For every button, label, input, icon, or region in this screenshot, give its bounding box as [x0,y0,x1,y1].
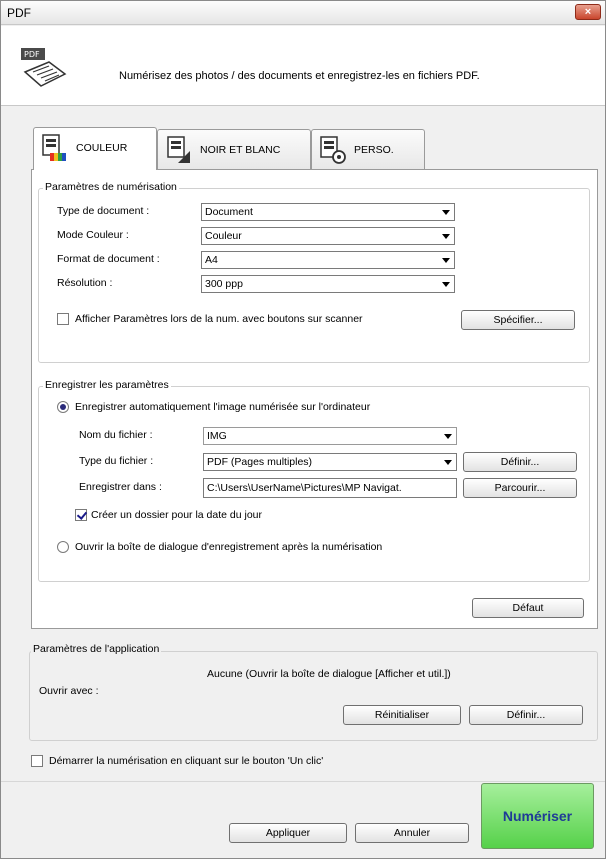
close-button[interactable]: × [575,4,601,20]
scan-settings-group: Paramètres de numérisation Type de docum… [38,181,590,363]
file-type-select[interactable]: PDF (Pages multiples) [203,453,457,471]
document-type-value: Document [205,206,253,218]
tab-noir-et-blanc-label: NOIR ET BLANC [200,144,281,156]
scan-settings-title: Paramètres de numérisation [43,181,179,193]
app-settings-title: Paramètres de l'application [31,643,162,655]
resolution-label: Résolution : [57,277,113,289]
define-file-type-button[interactable]: Définir... [463,452,577,472]
bw-document-icon [167,136,190,163]
document-size-label: Format de document : [57,253,160,265]
open-with-value: Aucune (Ouvrir la boîte de dialogue [Aff… [207,668,451,680]
auto-save-label: Enregistrer automatiquement l'image numé… [75,401,371,413]
file-name-label: Nom du fichier : [79,429,153,441]
auto-save-radio[interactable] [57,401,69,413]
header-description: Numérisez des photos / des documents et … [119,70,480,82]
pdf-dialog-window: PDF × PDF Numérisez des photos / des doc… [0,0,606,859]
open-with-label: Ouvrir avec : [39,685,99,697]
document-size-value: A4 [205,254,218,266]
file-name-value: IMG [207,430,227,442]
document-type-label: Type de document : [57,205,150,217]
one-click-checkbox[interactable] [31,755,43,767]
chevron-down-icon [442,234,450,239]
reset-button[interactable]: Réinitialiser [343,705,461,725]
app-settings-group [29,651,598,741]
file-name-combo[interactable]: IMG [203,427,457,445]
tab-perso-label: PERSO. [354,144,394,156]
tab-noir-et-blanc[interactable]: NOIR ET BLANC [157,129,311,169]
open-dialog-label: Ouvrir la boîte de dialogue d'enregistre… [75,541,383,553]
specify-button[interactable]: Spécifier... [461,310,575,330]
resolution-value: 300 ppp [205,278,243,290]
file-type-value: PDF (Pages multiples) [207,456,313,468]
cancel-button[interactable]: Annuler [355,823,469,843]
color-mode-label: Mode Couleur : [57,229,129,241]
document-type-select[interactable]: Document [201,203,455,221]
file-type-label: Type du fichier : [79,455,154,467]
tab-panel-couleur: Paramètres de numérisation Type de docum… [31,169,598,629]
color-mode-select[interactable]: Couleur [201,227,455,245]
browse-button[interactable]: Parcourir... [463,478,577,498]
define-app-button[interactable]: Définir... [469,705,583,725]
tab-couleur-label: COULEUR [76,142,128,154]
chevron-down-icon [442,258,450,263]
default-button[interactable]: Défaut [472,598,584,618]
date-folder-label: Créer un dossier pour la date du jour [91,509,263,521]
tab-couleur[interactable]: COULEUR [33,127,157,170]
resolution-select[interactable]: 300 ppp [201,275,455,293]
window-title: PDF [7,6,31,20]
chevron-down-icon [442,282,450,287]
svg-text:PDF: PDF [24,50,40,59]
save-in-field[interactable]: C:\Users\UserName\Pictures\MP Navigat. [203,478,457,498]
save-in-value: C:\Users\UserName\Pictures\MP Navigat. [207,482,402,494]
chevron-down-icon [444,434,452,439]
custom-document-icon [320,136,346,164]
header-banner: PDF Numérisez des photos / des documents… [1,26,605,106]
document-size-select[interactable]: A4 [201,251,455,269]
tab-perso[interactable]: PERSO. [311,129,425,169]
save-settings-group: Enregistrer les paramètres Enregistrer a… [38,379,590,582]
open-dialog-radio[interactable] [57,541,69,553]
chevron-down-icon [442,210,450,215]
scan-button[interactable]: Numériser [481,783,594,849]
apply-button[interactable]: Appliquer [229,823,347,843]
date-folder-checkbox[interactable] [75,509,87,521]
show-settings-checkbox[interactable] [57,313,69,325]
show-settings-label: Afficher Paramètres lors de la num. avec… [75,313,363,325]
title-bar: PDF × [1,1,605,25]
color-document-icon [42,134,66,161]
chevron-down-icon [444,460,452,465]
one-click-label: Démarrer la numérisation en cliquant sur… [49,755,324,767]
save-settings-title: Enregistrer les paramètres [43,379,171,391]
save-in-label: Enregistrer dans : [79,481,162,493]
color-mode-value: Couleur [205,230,242,242]
pdf-scan-icon: PDF [21,48,67,87]
